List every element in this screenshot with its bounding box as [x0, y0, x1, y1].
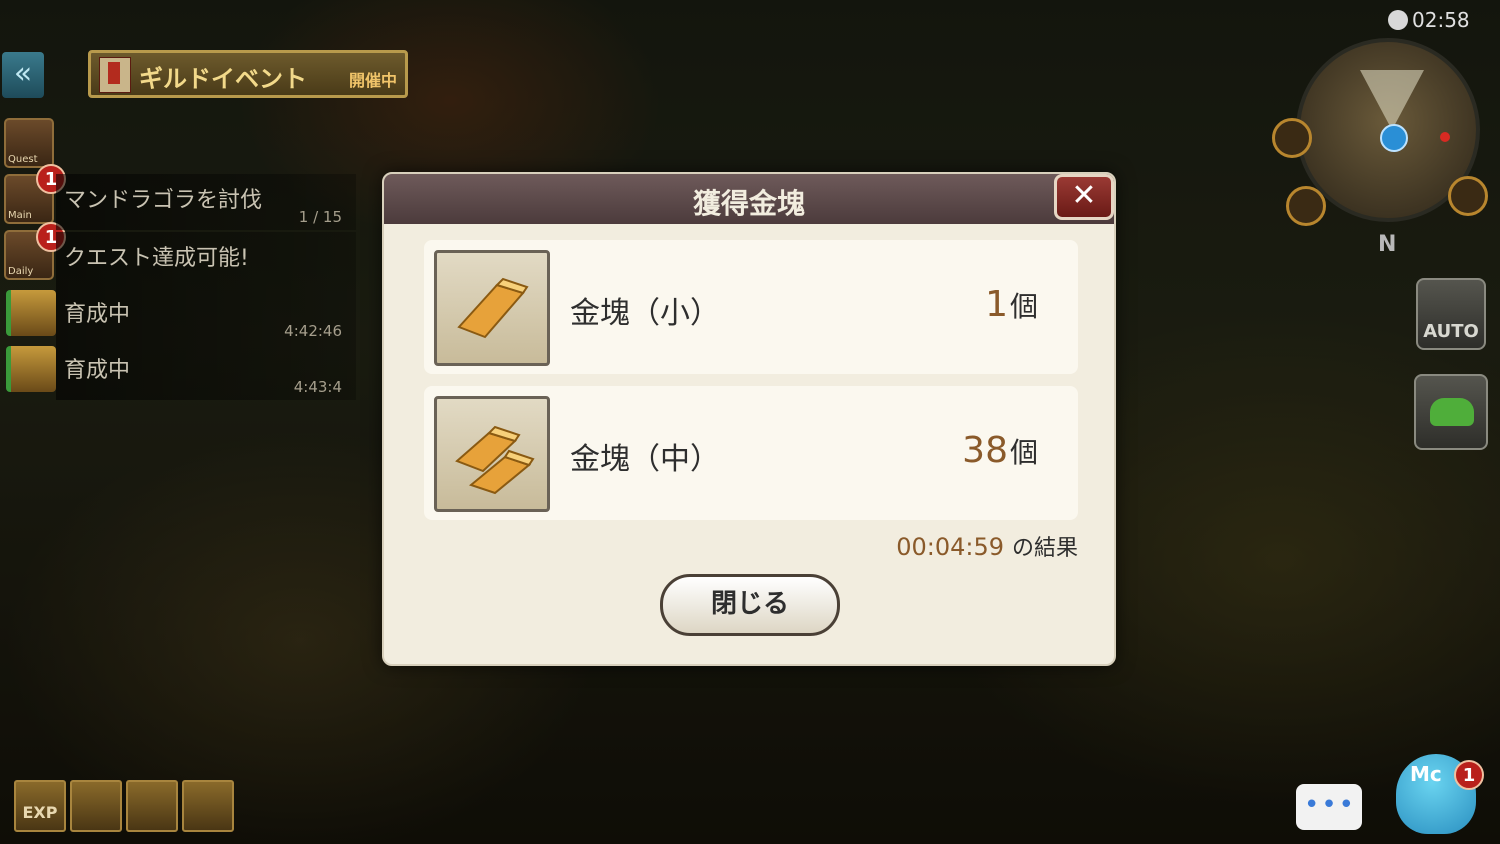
mascot-label: Mc	[1410, 762, 1442, 786]
enemy-marker-icon	[1440, 132, 1450, 142]
minimap-rotate-button[interactable]	[1448, 176, 1488, 216]
training-icon	[6, 346, 56, 392]
compass-label: N	[1378, 232, 1397, 257]
compass-skill-icon[interactable]	[70, 780, 122, 832]
flag-icon	[99, 57, 131, 93]
mascot-button[interactable]: Mc 1	[1382, 744, 1492, 842]
chat-dots-icon: •••	[1304, 790, 1357, 820]
cage-icon[interactable]	[182, 780, 234, 832]
dialog-header: 獲得金塊	[384, 174, 1114, 224]
clock-time: 02:58	[1412, 8, 1470, 32]
training-item[interactable]: 育成中 4:43:4	[56, 344, 356, 400]
bottom-toolbar: EXP	[14, 780, 234, 832]
item-name: 金塊（中）	[570, 442, 720, 477]
guild-event-status: 開催中	[348, 71, 397, 90]
dialog-title: 獲得金塊	[692, 187, 805, 220]
boots-icon[interactable]	[126, 780, 178, 832]
reward-item: 金塊（小） 1個	[424, 240, 1078, 374]
training-item[interactable]: 育成中 4:42:46	[56, 288, 356, 344]
player-marker-icon	[1380, 124, 1408, 152]
auto-label: AUTO	[1423, 321, 1479, 342]
gold-bar-medium-icon	[434, 396, 550, 512]
close-button[interactable]: ✕	[1054, 174, 1114, 220]
quest-item-mandragora[interactable]: マンドラゴラを討伐 1 / 15	[56, 174, 356, 230]
view-cone-icon	[1360, 70, 1424, 130]
training-text: 育成中	[64, 358, 131, 383]
quest-item-complete[interactable]: クエスト達成可能!	[56, 232, 356, 288]
double-chevron-left-icon: «	[13, 56, 33, 91]
chat-button[interactable]: •••	[1296, 784, 1362, 830]
minimap-mode-button[interactable]	[1286, 186, 1326, 226]
clock: 02:58	[1388, 8, 1470, 32]
close-dialog-button[interactable]: 閉じる	[660, 574, 840, 636]
item-count: 38個	[962, 430, 1038, 471]
party-button[interactable]	[1414, 374, 1488, 450]
quest-book-icon[interactable]: Quest	[4, 118, 54, 168]
minimap-zoom-button[interactable]	[1272, 118, 1312, 158]
guild-event-title: ギルドイベント	[139, 65, 307, 93]
training-icon	[6, 290, 56, 336]
training-time: 4:42:46	[284, 322, 342, 340]
notification-badge: 1	[1454, 760, 1484, 790]
close-icon: ✕	[1071, 178, 1097, 213]
gold-reward-dialog: 獲得金塊 ✕ 金塊（小） 1個 金塊（中） 38個 00:04:59 の結果 閉じ…	[382, 172, 1116, 666]
battery-icon	[1388, 10, 1408, 30]
quest-text: クエスト達成可能!	[64, 246, 249, 271]
quest-progress: 1 / 15	[298, 208, 342, 226]
item-name: 金塊（小）	[570, 296, 720, 331]
result-duration: 00:04:59 の結果	[896, 533, 1078, 561]
back-button[interactable]: «	[2, 52, 44, 98]
exp-button[interactable]: EXP	[14, 780, 66, 832]
guild-event-banner[interactable]: ギルドイベント 開催中	[88, 50, 408, 98]
training-text: 育成中	[64, 302, 131, 327]
quest-side-icons: Quest Main Daily	[4, 118, 54, 286]
party-icon	[1430, 398, 1474, 426]
auto-button[interactable]: AUTO	[1416, 278, 1486, 350]
exp-label: EXP	[22, 803, 58, 822]
quest-text: マンドラゴラを討伐	[64, 188, 263, 213]
training-time: 4:43:4	[293, 378, 342, 396]
item-count: 1個	[985, 284, 1038, 325]
gold-bar-small-icon	[434, 250, 550, 366]
reward-item: 金塊（中） 38個	[424, 386, 1078, 520]
